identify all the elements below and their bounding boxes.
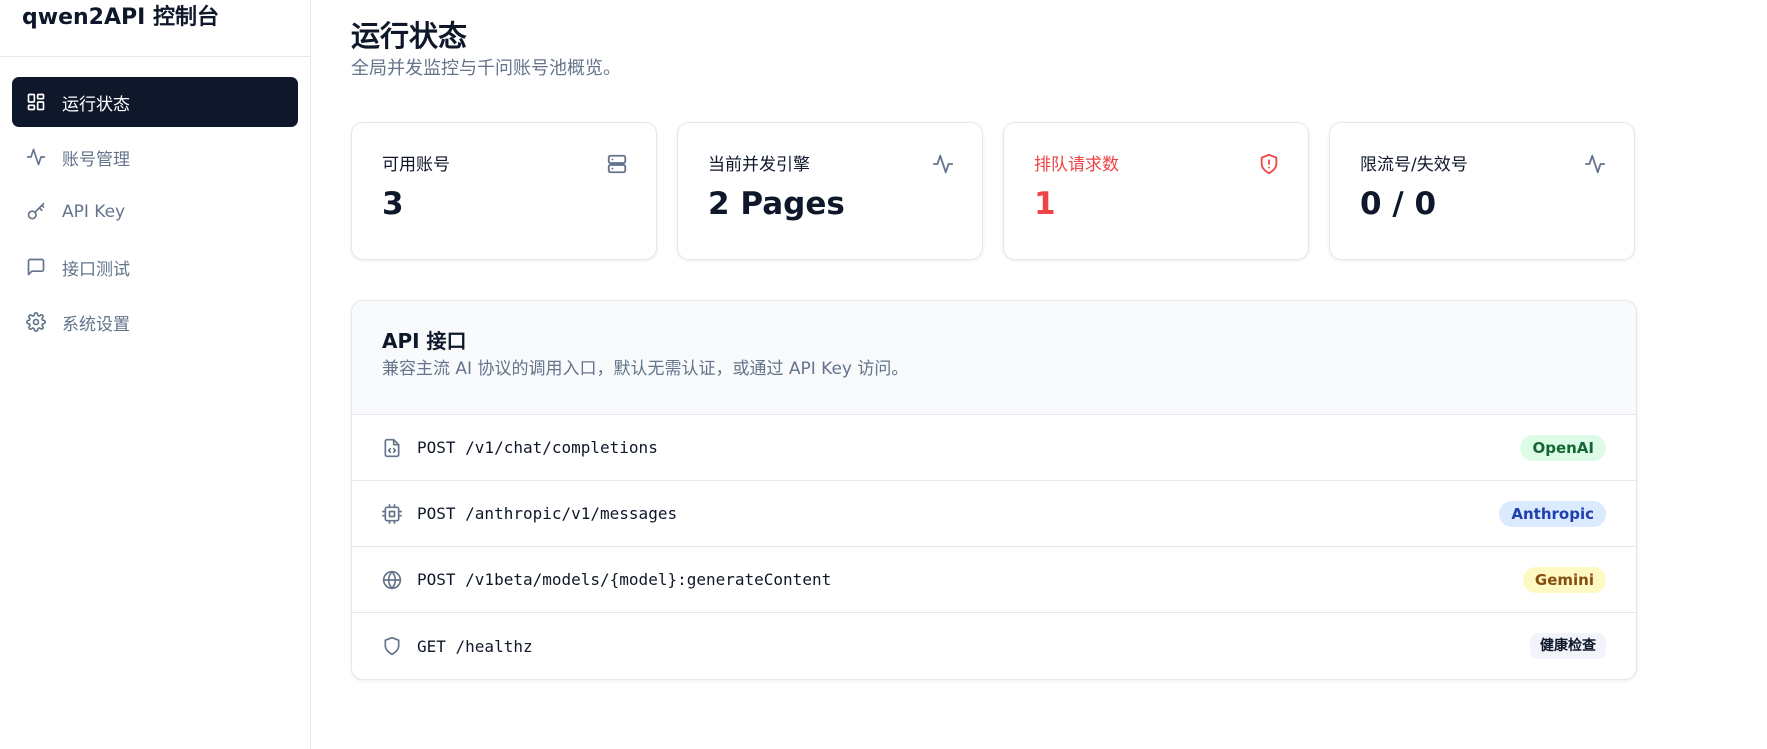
stat-value: 3 <box>382 186 404 222</box>
sidebar: qwen2API 控制台 运行状态 账号管理 API Key 接口测试 系统设置 <box>0 0 311 749</box>
sidebar-item-label: 接口测试 <box>62 259 130 280</box>
main-content: 运行状态 全局并发监控与千问账号池概览。 可用账号 3 当前并发引擎 2 Pag… <box>311 0 1767 749</box>
sidebar-item-settings[interactable]: 系统设置 <box>12 297 298 347</box>
stat-value: 2 Pages <box>708 186 845 222</box>
sidebar-nav: 运行状态 账号管理 API Key 接口测试 系统设置 <box>0 57 310 347</box>
api-endpoint-row: POST /anthropic/v1/messages Anthropic <box>352 481 1636 547</box>
api-panel-description: 兼容主流 AI 协议的调用入口，默认无需认证，或通过 API Key 访问。 <box>382 359 909 379</box>
stat-card-concurrency: 当前并发引擎 2 Pages <box>677 122 983 260</box>
app-root: qwen2API 控制台 运行状态 账号管理 API Key 接口测试 系统设置… <box>0 0 1767 749</box>
stats-row: 可用账号 3 当前并发引擎 2 Pages 排队请求数 1 限流号/失效号 0 … <box>351 122 1637 260</box>
stat-value: 1 <box>1034 186 1056 222</box>
file-code-icon <box>382 438 402 458</box>
stat-label: 排队请求数 <box>1034 155 1119 175</box>
api-panel-title: API 接口 <box>382 329 467 353</box>
app-title: qwen2API 控制台 <box>0 0 310 57</box>
sidebar-item-label: 账号管理 <box>62 149 130 170</box>
stat-label: 当前并发引擎 <box>708 155 810 175</box>
sidebar-item-label: 运行状态 <box>62 94 130 115</box>
stat-card-available-accounts: 可用账号 3 <box>351 122 657 260</box>
sidebar-item-status[interactable]: 运行状态 <box>12 77 298 127</box>
stat-value: 0 / 0 <box>1360 186 1437 222</box>
sidebar-item-accounts[interactable]: 账号管理 <box>12 132 298 182</box>
sidebar-item-api-key[interactable]: API Key <box>12 187 298 237</box>
server-icon <box>606 153 628 175</box>
activity-icon <box>932 153 954 175</box>
activity-icon <box>26 147 46 167</box>
stat-card-rate-limited: 限流号/失效号 0 / 0 <box>1329 122 1635 260</box>
dashboard-icon <box>26 92 46 112</box>
stat-label: 可用账号 <box>382 155 450 175</box>
protocol-badge-anthropic: Anthropic <box>1499 500 1606 527</box>
message-square-icon <box>26 257 46 277</box>
protocol-badge-health: 健康检查 <box>1530 633 1606 659</box>
protocol-badge-gemini: Gemini <box>1522 566 1606 593</box>
stat-label: 限流号/失效号 <box>1360 155 1468 175</box>
shield-icon <box>382 636 402 656</box>
api-endpoints-panel: API 接口 兼容主流 AI 协议的调用入口，默认无需认证，或通过 API Ke… <box>351 300 1637 680</box>
activity-icon <box>1584 153 1606 175</box>
api-endpoint-row: GET /healthz 健康检查 <box>352 613 1636 679</box>
page-subtitle: 全局并发监控与千问账号池概览。 <box>351 58 621 79</box>
key-icon <box>26 202 46 222</box>
page-title: 运行状态 <box>351 19 468 53</box>
globe-icon <box>382 570 402 590</box>
sidebar-item-api-test[interactable]: 接口测试 <box>12 242 298 292</box>
api-endpoint-path: POST /v1beta/models/{model}:generateCont… <box>417 570 832 589</box>
api-endpoint-path: GET /healthz <box>417 636 533 656</box>
api-endpoint-row: POST /v1beta/models/{model}:generateCont… <box>352 547 1636 613</box>
alert-shield-icon <box>1258 153 1280 175</box>
protocol-badge-openai: OpenAI <box>1520 434 1606 461</box>
api-endpoint-path: POST /v1/chat/completions <box>417 438 658 457</box>
sidebar-item-label: API Key <box>62 202 126 222</box>
api-endpoint-row: POST /v1/chat/completions OpenAI <box>352 415 1636 481</box>
cpu-icon <box>382 503 402 524</box>
api-panel-header: API 接口 兼容主流 AI 协议的调用入口，默认无需认证，或通过 API Ke… <box>352 301 1636 415</box>
api-endpoint-path: POST /anthropic/v1/messages <box>417 504 678 523</box>
stat-card-queued-requests: 排队请求数 1 <box>1003 122 1309 260</box>
gear-icon <box>26 312 46 332</box>
sidebar-item-label: 系统设置 <box>62 314 130 335</box>
